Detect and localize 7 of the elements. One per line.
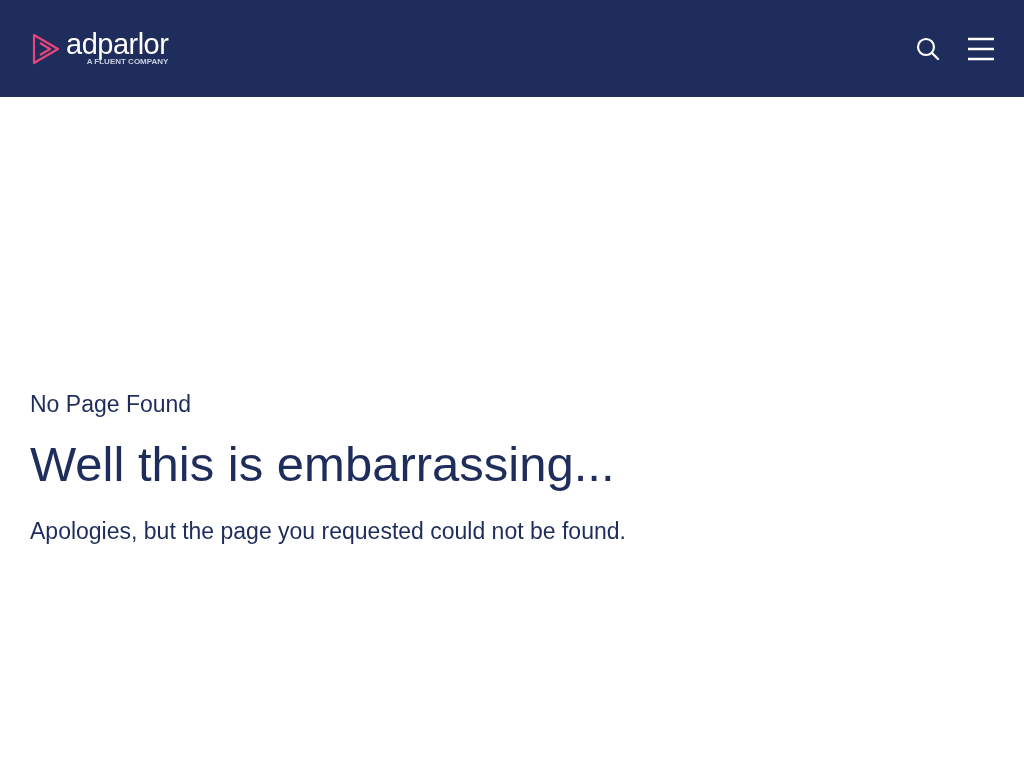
error-message: Apologies, but the page you requested could not be found. bbox=[30, 518, 627, 545]
logo[interactable]: adparlor A FLUENT COMPANY bbox=[32, 31, 169, 66]
menu-icon[interactable] bbox=[968, 36, 994, 61]
search-icon[interactable] bbox=[916, 36, 940, 61]
eyebrow-text: No Page Found bbox=[30, 391, 193, 418]
play-triangle-icon bbox=[32, 32, 60, 65]
page-title: Well this is embarrassing... bbox=[30, 436, 616, 492]
